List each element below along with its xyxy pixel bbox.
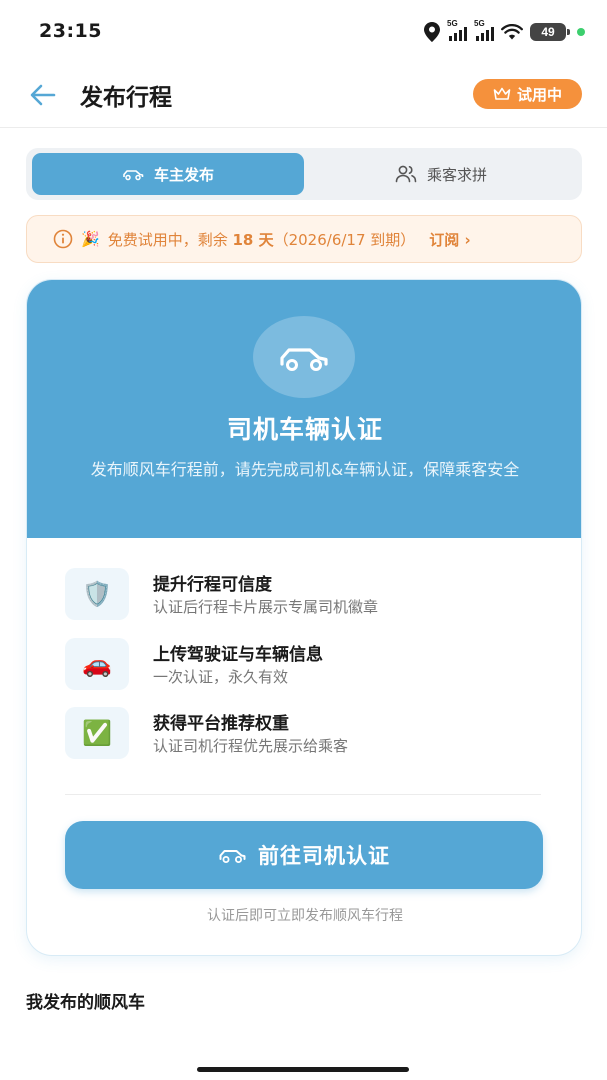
check-icon: ✅: [65, 707, 129, 759]
subscribe-link[interactable]: 订阅 ›: [429, 229, 470, 250]
feature-item: 🛡️ 提升行程可信度 认证后行程卡片展示专属司机徽章: [65, 568, 545, 622]
status-icons: 5G 5G 49: [424, 19, 585, 44]
feature-subtitle: 一次认证，永久有效: [153, 668, 289, 686]
status-time: 23:15: [39, 20, 102, 42]
arrow-left-icon: [30, 84, 56, 106]
car-icon: [123, 170, 144, 181]
card-title: 司机车辆认证: [226, 415, 383, 444]
card-hero: 司机车辆认证 发布顺风车行程前，请先完成司机&车辆认证，保障乘客安全: [27, 280, 581, 538]
card-description: 发布顺风车行程前，请先完成司机&车辆认证，保障乘客安全: [90, 460, 520, 479]
trial-badge-label: 试用中: [516, 85, 562, 104]
users-icon: [395, 165, 417, 183]
signal-icon: 5G: [447, 19, 467, 41]
feature-title: 上传驾驶证与车辆信息: [153, 645, 323, 665]
signal-label: 5G: [474, 19, 485, 28]
car-icon: [219, 850, 246, 863]
car-icon-circle: [253, 316, 355, 398]
wifi-icon: [501, 24, 523, 40]
feature-title: 提升行程可信度: [153, 575, 272, 595]
notice-expiry: （2026/6/17 到期）: [273, 230, 416, 249]
car-icon: [280, 348, 328, 371]
cta-label: 前往司机认证: [258, 844, 390, 868]
shield-icon: 🛡️: [65, 568, 129, 620]
tab-passenger-request[interactable]: 乘客求拼: [306, 153, 576, 195]
page-title: 发布行程: [80, 85, 172, 111]
crown-icon: [493, 87, 511, 100]
cta-note: 认证后即可立即发布顺风车行程: [207, 908, 403, 924]
info-icon: [53, 229, 73, 249]
go-driver-verification-button[interactable]: 前往司机认证: [65, 821, 543, 889]
tab-label: 车主发布: [153, 165, 214, 184]
feature-subtitle: 认证后行程卡片展示专属司机徽章: [153, 598, 379, 616]
car-icon: 🚗: [65, 638, 129, 690]
notice-text: 免费试用中，剩余 18 天（2026/6/17 到期）: [108, 229, 416, 250]
battery-icon: 49: [530, 23, 570, 41]
notice-text-before: 免费试用中，剩余: [107, 230, 228, 249]
signal-label: 5G: [447, 19, 458, 28]
feature-title: 获得平台推荐权重: [153, 714, 289, 734]
notice-days-remaining: 18 天: [232, 230, 274, 249]
feature-subtitle: 认证司机行程优先展示给乘客: [153, 737, 349, 755]
signal-icon: 5G: [474, 19, 494, 41]
divider: [65, 794, 541, 795]
feature-item: 🚗 上传驾驶证与车辆信息 一次认证，永久有效: [65, 638, 545, 692]
location-icon: [424, 22, 440, 42]
publish-mode-tabs: 车主发布 乘客求拼: [26, 148, 582, 200]
my-rides-section-title: 我发布的顺风车: [26, 993, 145, 1013]
tab-driver-publish[interactable]: 车主发布: [32, 153, 304, 195]
header: 发布行程 试用中: [0, 64, 607, 128]
trial-notice-banner: 🎉 免费试用中，剩余 18 天（2026/6/17 到期） 订阅 ›: [26, 215, 582, 263]
home-indicator[interactable]: [197, 1067, 409, 1072]
status-bar: 23:15 5G 5G 49: [0, 0, 607, 64]
celebration-icon: 🎉: [81, 230, 100, 248]
feature-item: ✅ 获得平台推荐权重 认证司机行程优先展示给乘客: [65, 707, 545, 761]
trial-badge[interactable]: 试用中: [473, 79, 582, 109]
back-button[interactable]: [26, 78, 60, 112]
tab-label: 乘客求拼: [426, 165, 487, 184]
driver-verification-card: 司机车辆认证 发布顺风车行程前，请先完成司机&车辆认证，保障乘客安全 🛡️ 提升…: [26, 279, 582, 956]
privacy-indicator-dot: [577, 28, 585, 36]
